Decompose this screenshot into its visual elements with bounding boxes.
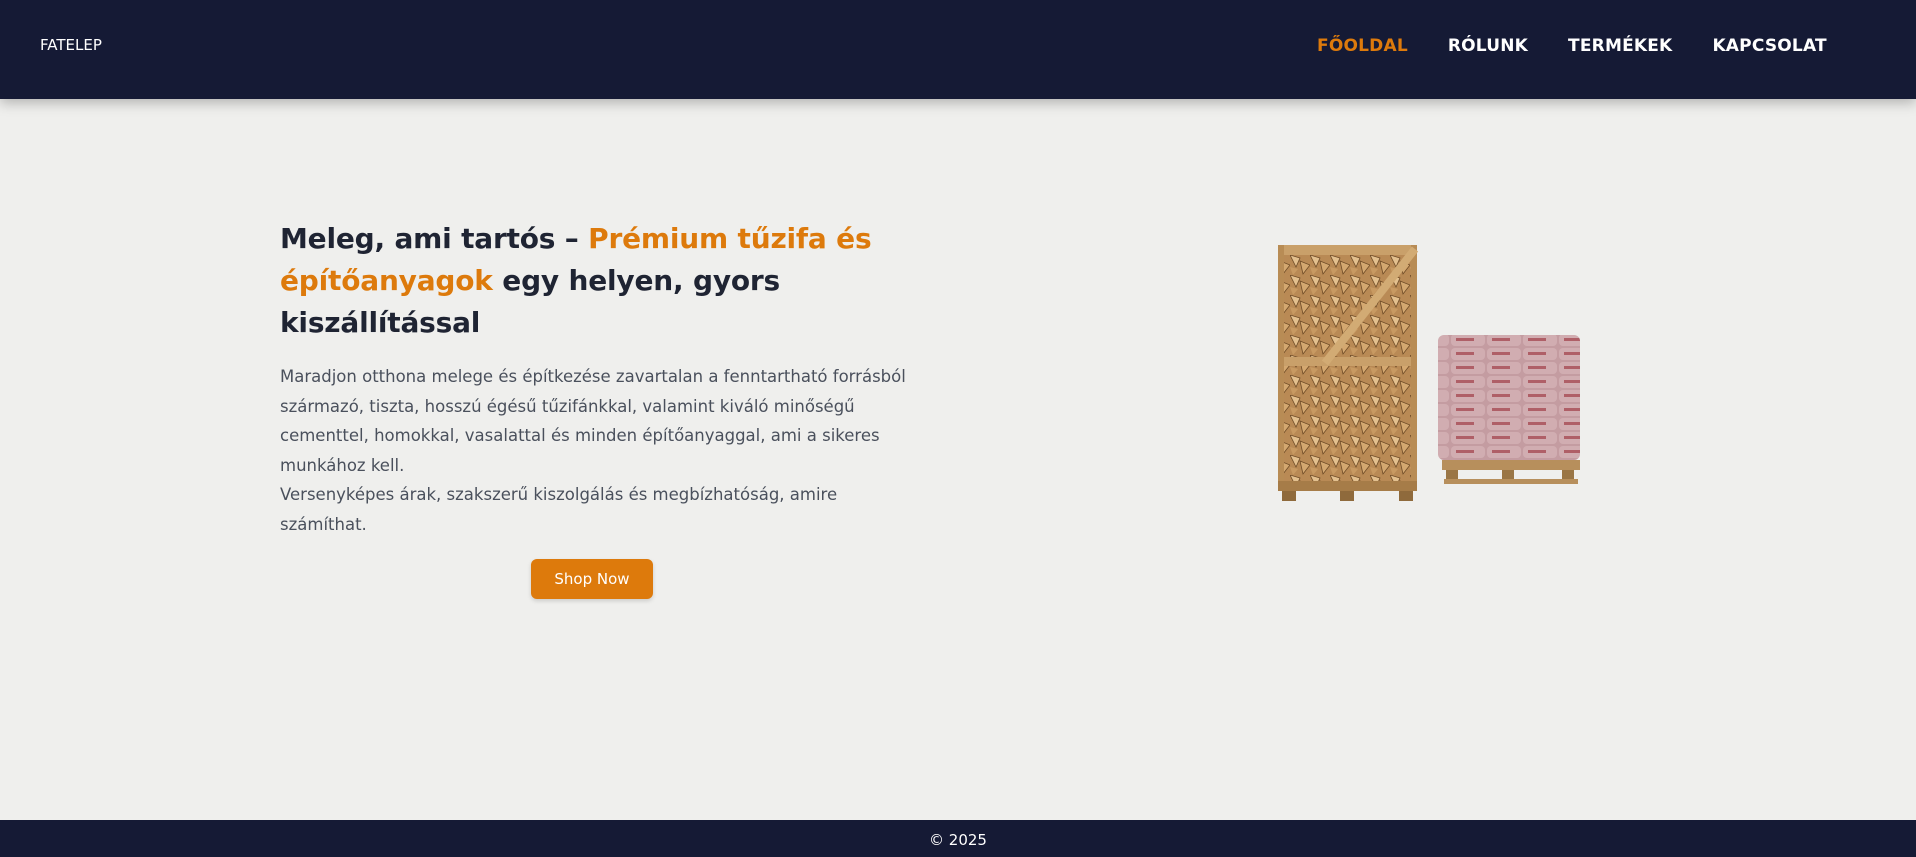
hero-description: Maradjon otthona melege és építkezése za…: [280, 362, 910, 539]
cement-pallet-graphic: [1438, 335, 1580, 484]
shop-now-button[interactable]: Shop Now: [531, 559, 653, 599]
nav-item-home: FŐOLDAL: [1317, 36, 1408, 56]
nav-link-contact[interactable]: KAPCSOLAT: [1712, 36, 1826, 56]
hero-text: Meleg, ami tartós – Prémium tűzifa és ép…: [280, 218, 920, 539]
nav-link-home[interactable]: FŐOLDAL: [1317, 36, 1408, 56]
nav-item-about: RÓLUNK: [1448, 36, 1528, 56]
nav-item-contact: KAPCSOLAT: [1712, 36, 1826, 56]
brand-logo[interactable]: FATELEP: [40, 36, 102, 54]
description-line2: Versenyképes árak, szakszerű kiszolgálás…: [280, 485, 838, 534]
nav-item-products: TERMÉKEK: [1568, 36, 1672, 56]
description-line1: Maradjon otthona melege és építkezése za…: [280, 367, 906, 475]
headline-part1: Meleg, ami tartós –: [280, 222, 589, 255]
firewood-crate-graphic: [1278, 245, 1419, 501]
hero-product-image: [1278, 245, 1580, 501]
nav-link-products[interactable]: TERMÉKEK: [1568, 36, 1672, 56]
footer: © 2025: [0, 820, 1916, 857]
footer-copyright: © 2025: [929, 831, 987, 849]
navbar: FATELEP FŐOLDAL RÓLUNK TERMÉKEK KAPCSOLA…: [0, 0, 1916, 99]
hero-headline: Meleg, ami tartós – Prémium tűzifa és ép…: [280, 218, 920, 344]
nav-link-about[interactable]: RÓLUNK: [1448, 36, 1528, 56]
nav-menu: FŐOLDAL RÓLUNK TERMÉKEK KAPCSOLAT: [1317, 36, 1827, 56]
